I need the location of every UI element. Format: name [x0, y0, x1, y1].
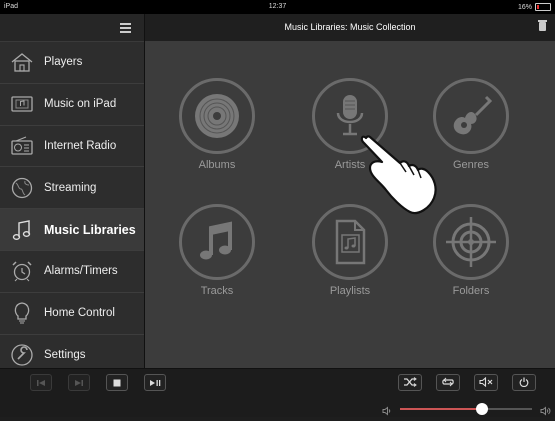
status-bar: iPad 12:37 16% — [0, 0, 555, 14]
sidebar-item-label: Music on iPad — [44, 98, 117, 111]
category-tile-albums[interactable]: Albums — [167, 78, 267, 171]
sidebar-item-label: Internet Radio — [44, 139, 117, 152]
playback-bar — [0, 368, 555, 417]
sidebar-item-label: Music Libraries — [44, 222, 136, 237]
page-title: Music Libraries: Music Collection — [284, 22, 416, 32]
sidebar-item-label: Alarms/Timers — [44, 265, 118, 278]
next-button[interactable] — [68, 374, 90, 391]
album-disc-icon — [179, 78, 255, 154]
alarm-clock-icon — [0, 260, 44, 282]
home-icon — [0, 52, 44, 73]
volume-fill — [400, 408, 482, 410]
library-category-grid: Albums Artists Genres Tracks Playlists F… — [145, 41, 555, 368]
play-pause-button[interactable] — [144, 374, 166, 391]
repeat-icon — [441, 374, 455, 392]
music-note-box-icon — [0, 94, 44, 114]
category-label: Tracks — [200, 285, 234, 297]
skip-back-icon — [36, 374, 46, 392]
battery-percent: 16% — [517, 3, 532, 11]
play-pause-icon — [149, 374, 161, 392]
previous-button[interactable] — [30, 374, 52, 391]
battery-icon — [535, 3, 551, 11]
volume-low-icon — [382, 403, 392, 416]
sidebar-item-internet-radio[interactable]: Internet Radio — [0, 125, 144, 168]
target-icon — [433, 204, 509, 280]
sidebar-item-label: Players — [44, 56, 83, 69]
stop-icon — [113, 374, 121, 392]
power-button[interactable] — [512, 374, 536, 391]
globe-icon — [0, 177, 44, 199]
clock: 12:37 — [268, 3, 287, 10]
volume-knob[interactable] — [475, 403, 488, 415]
sidebar-item-alarms-timers[interactable]: Alarms/Timers — [0, 250, 144, 293]
category-tile-tracks[interactable]: Tracks — [167, 204, 267, 297]
sidebar-item-streaming[interactable]: Streaming — [0, 167, 144, 210]
mute-button[interactable] — [474, 374, 498, 391]
sidebar-item-music-on-ipad[interactable]: Music on iPad — [0, 83, 144, 126]
volume-slider[interactable] — [396, 403, 536, 415]
main-panel: Music Libraries: Music Collection Albums… — [145, 14, 555, 368]
menu-icon[interactable] — [120, 23, 131, 33]
repeat-button[interactable] — [436, 374, 460, 391]
sidebar-item-label: Home Control — [44, 307, 115, 320]
sidebar-item-home-control[interactable]: Home Control — [0, 292, 144, 335]
trash-icon[interactable] — [538, 20, 547, 31]
power-icon — [519, 374, 529, 392]
stop-button[interactable] — [106, 374, 128, 391]
main-header: Music Libraries: Music Collection — [145, 14, 555, 41]
shuffle-icon — [403, 374, 417, 392]
mute-icon — [479, 374, 493, 392]
sidebar-item-music-libraries[interactable]: Music Libraries — [0, 209, 144, 251]
shuffle-button[interactable] — [398, 374, 422, 391]
sidebar-item-label: Streaming — [44, 181, 97, 194]
music-note-icon — [179, 204, 255, 280]
music-note-icon — [0, 218, 44, 242]
lightbulb-icon — [0, 301, 44, 325]
category-label: Playlists — [329, 285, 371, 297]
guitar-icon — [433, 78, 509, 154]
volume-high-icon — [540, 403, 551, 416]
category-label: Albums — [198, 159, 236, 171]
sidebar: Players Music on iPad Internet Radio Str… — [0, 14, 145, 377]
sidebar-header — [0, 14, 144, 42]
pointing-hand-icon — [360, 135, 437, 215]
settings-icon — [0, 343, 44, 367]
sidebar-item-label: Settings — [44, 348, 86, 361]
radio-icon — [0, 136, 44, 156]
battery-indicator: 16% — [518, 3, 551, 11]
sidebar-item-players[interactable]: Players — [0, 42, 144, 84]
category-label: Folders — [452, 285, 490, 297]
skip-forward-icon — [74, 374, 84, 392]
